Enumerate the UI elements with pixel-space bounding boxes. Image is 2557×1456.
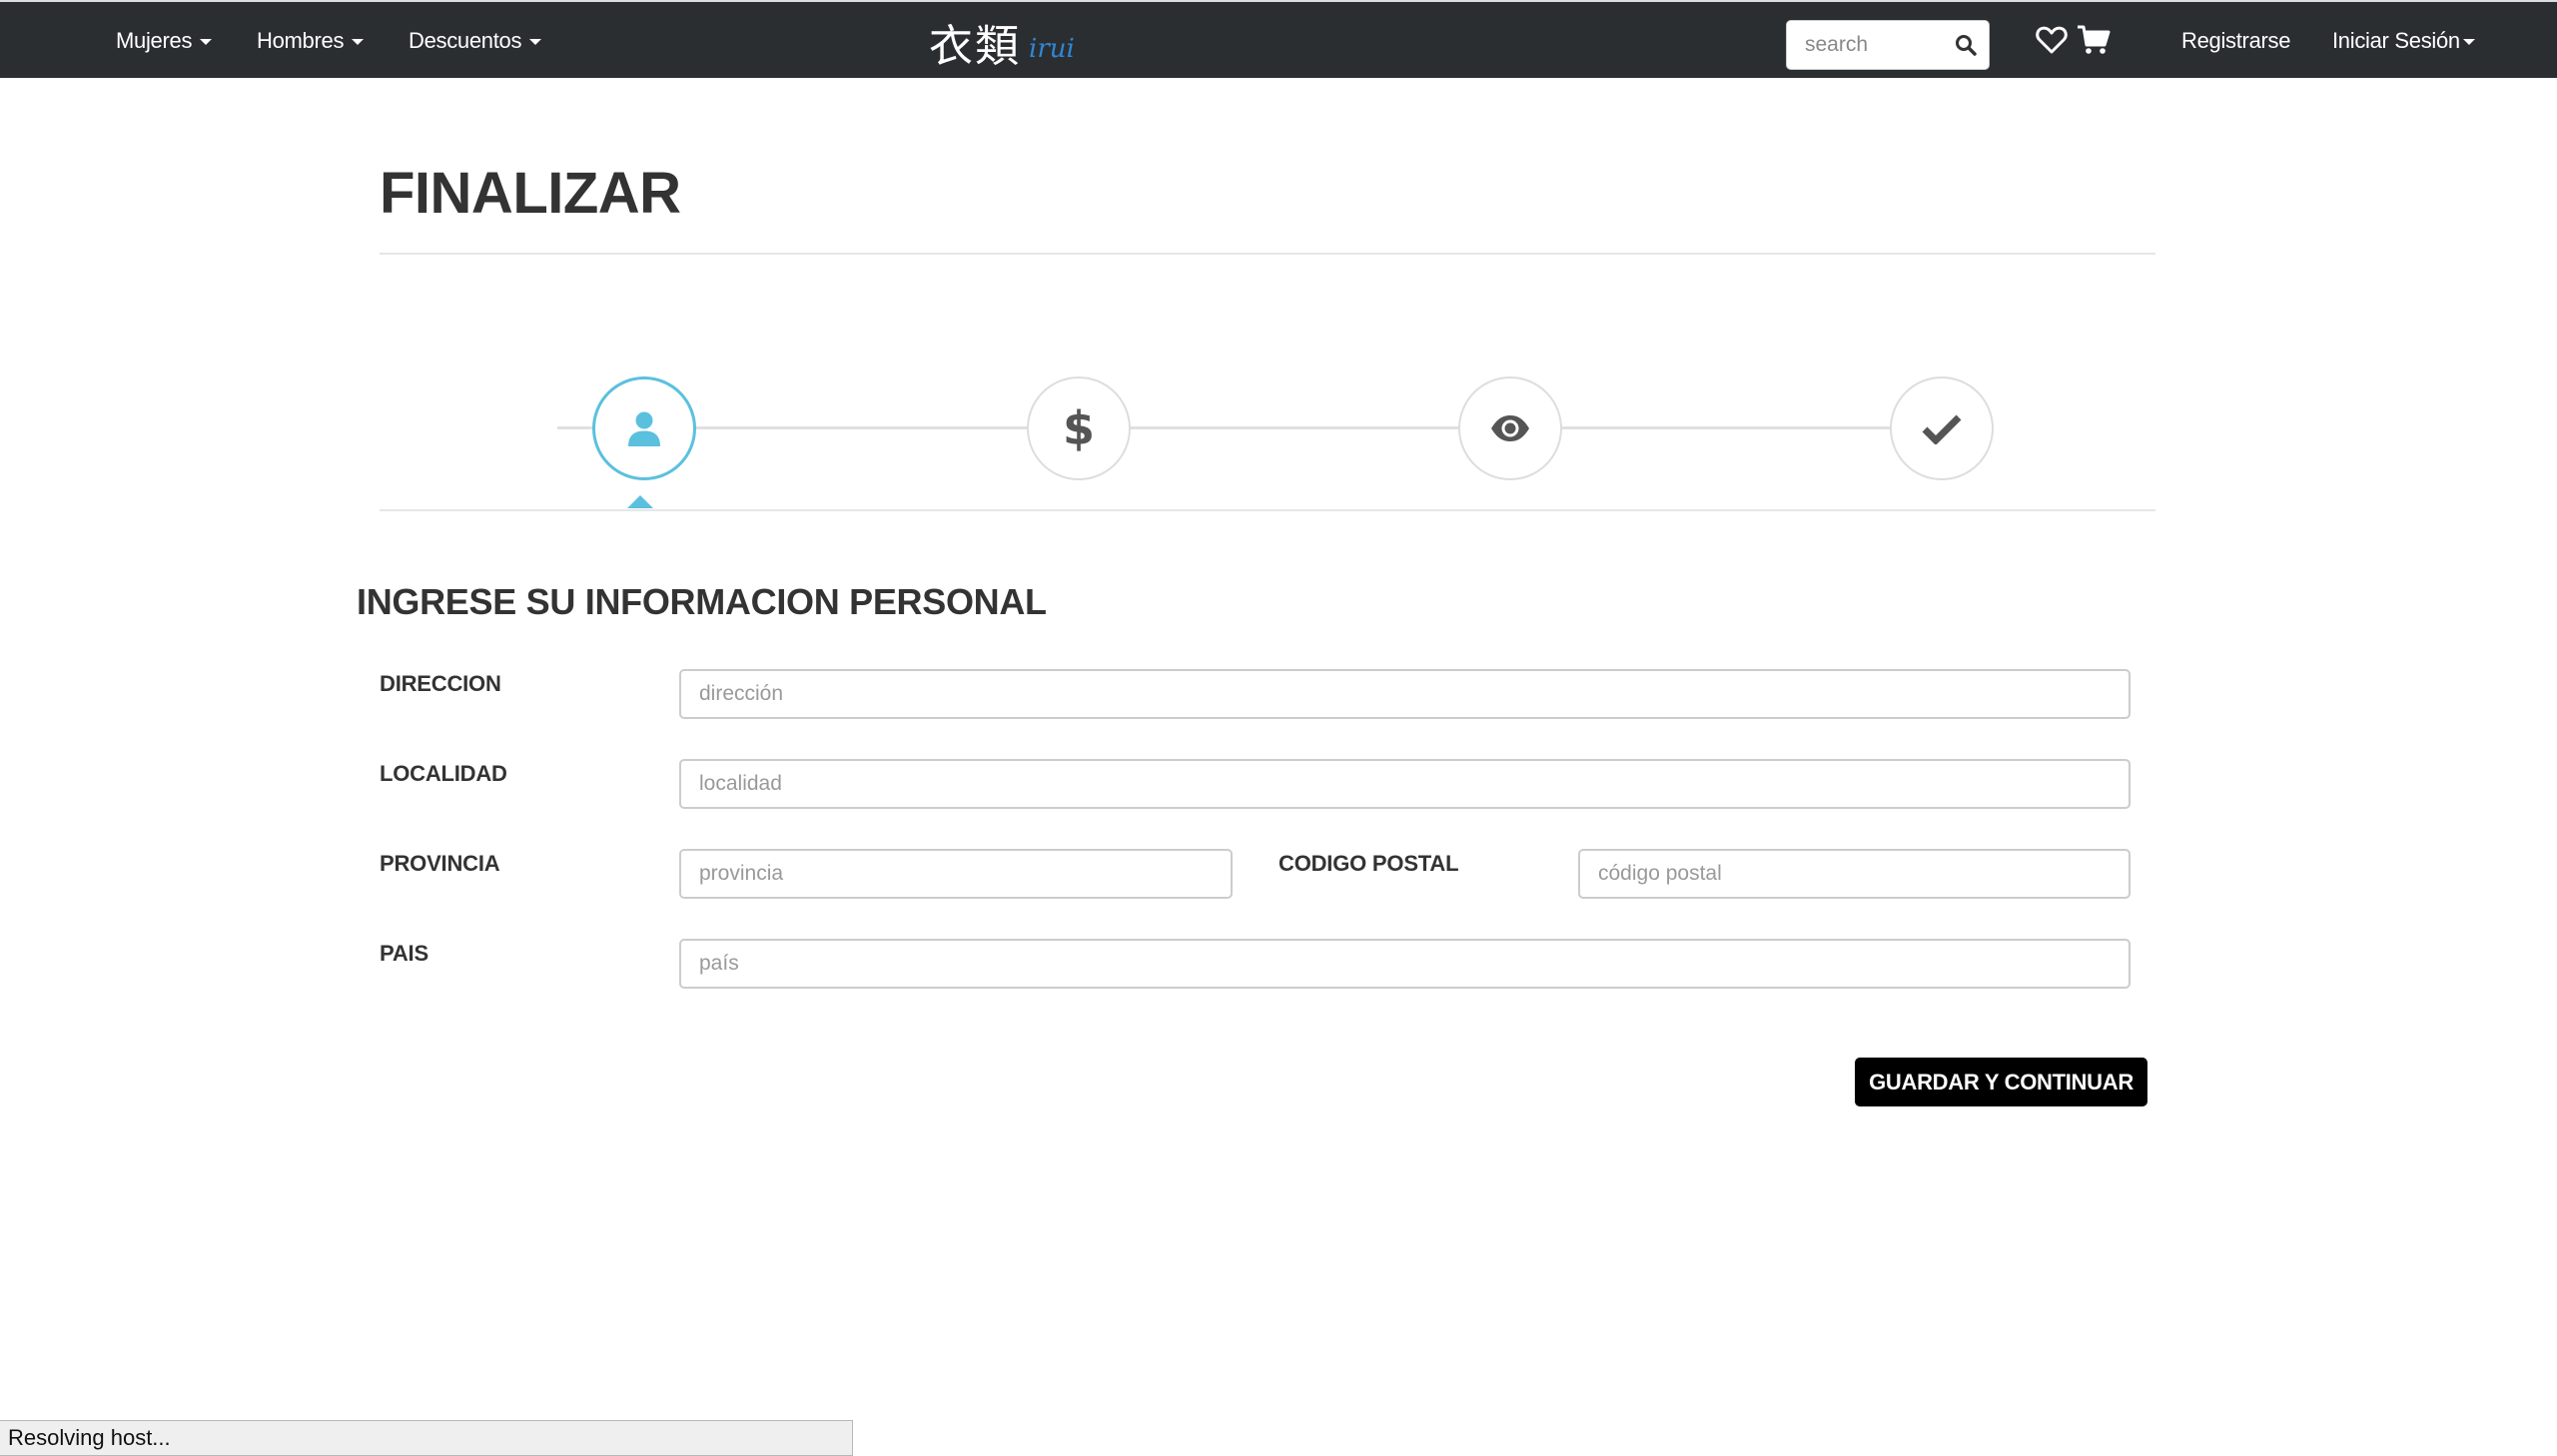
nav-menu-label: Mujeres	[116, 28, 193, 53]
register-link[interactable]: Registrarse	[2181, 2, 2290, 80]
top-navbar: Mujeres Hombres Descuentos 衣類 irui searc…	[0, 0, 2557, 78]
nav-menu-label: Hombres	[257, 28, 345, 53]
codigo-postal-field[interactable]	[1578, 849, 2131, 899]
localidad-label: LOCALIDAD	[380, 761, 507, 786]
browser-status-bar: Resolving host...	[0, 1420, 853, 1456]
step-personal-info[interactable]	[592, 376, 696, 480]
localidad-field[interactable]	[679, 759, 2131, 809]
step-confirm[interactable]	[1890, 376, 1994, 480]
check-icon	[1922, 414, 1962, 444]
direccion-field[interactable]	[679, 669, 2131, 719]
login-menu[interactable]: Iniciar Sesión	[2332, 2, 2475, 80]
brand-logo-subtext: irui	[1029, 34, 1075, 64]
eye-icon	[1491, 415, 1529, 441]
provincia-label: PROVINCIA	[380, 851, 500, 876]
login-label: Iniciar Sesión	[2332, 28, 2460, 53]
section-title: INGRESE SU INFORMACION PERSONAL	[357, 581, 1047, 622]
cart-icon	[2078, 25, 2111, 54]
provincia-field[interactable]	[679, 849, 1233, 899]
direccion-label: DIRECCION	[380, 671, 501, 696]
pais-field[interactable]	[679, 939, 2131, 989]
active-step-pointer	[627, 495, 653, 508]
nav-menu-mujeres[interactable]: Mujeres	[116, 2, 213, 80]
nav-menu-label: Descuentos	[409, 28, 522, 53]
search-icon	[1956, 35, 1977, 56]
register-label: Registrarse	[2181, 28, 2291, 53]
stepper-track	[557, 426, 1990, 429]
page-title: FINALIZAR	[380, 161, 681, 226]
caret-down-icon	[2462, 39, 2475, 45]
wishlist-button[interactable]	[2034, 22, 2070, 58]
pais-label: PAIS	[380, 941, 428, 966]
caret-down-icon	[529, 39, 542, 45]
search-box	[1786, 20, 1990, 70]
cart-button[interactable]	[2076, 22, 2112, 58]
nav-menu-hombres[interactable]: Hombres	[257, 2, 365, 80]
search-button[interactable]	[1951, 30, 1981, 60]
nav-menu-descuentos[interactable]: Descuentos	[409, 2, 542, 80]
brand-logo[interactable]: 衣類 irui	[929, 10, 1075, 74]
brand-logo-text: 衣類	[929, 21, 1021, 72]
step-payment[interactable]: $	[1027, 376, 1131, 480]
user-icon	[628, 411, 660, 446]
stepper-divider	[380, 509, 2155, 511]
dollar-icon: $	[1062, 401, 1095, 455]
caret-down-icon	[200, 39, 213, 45]
divider	[380, 253, 2155, 255]
heart-icon	[2036, 26, 2068, 54]
search-input[interactable]	[1787, 21, 1947, 69]
codigo-postal-label: CODIGO POSTAL	[1278, 851, 1459, 876]
step-review[interactable]	[1458, 376, 1562, 480]
save-continue-button[interactable]: GUARDAR Y CONTINUAR	[1855, 1058, 2147, 1106]
caret-down-icon	[352, 39, 365, 45]
